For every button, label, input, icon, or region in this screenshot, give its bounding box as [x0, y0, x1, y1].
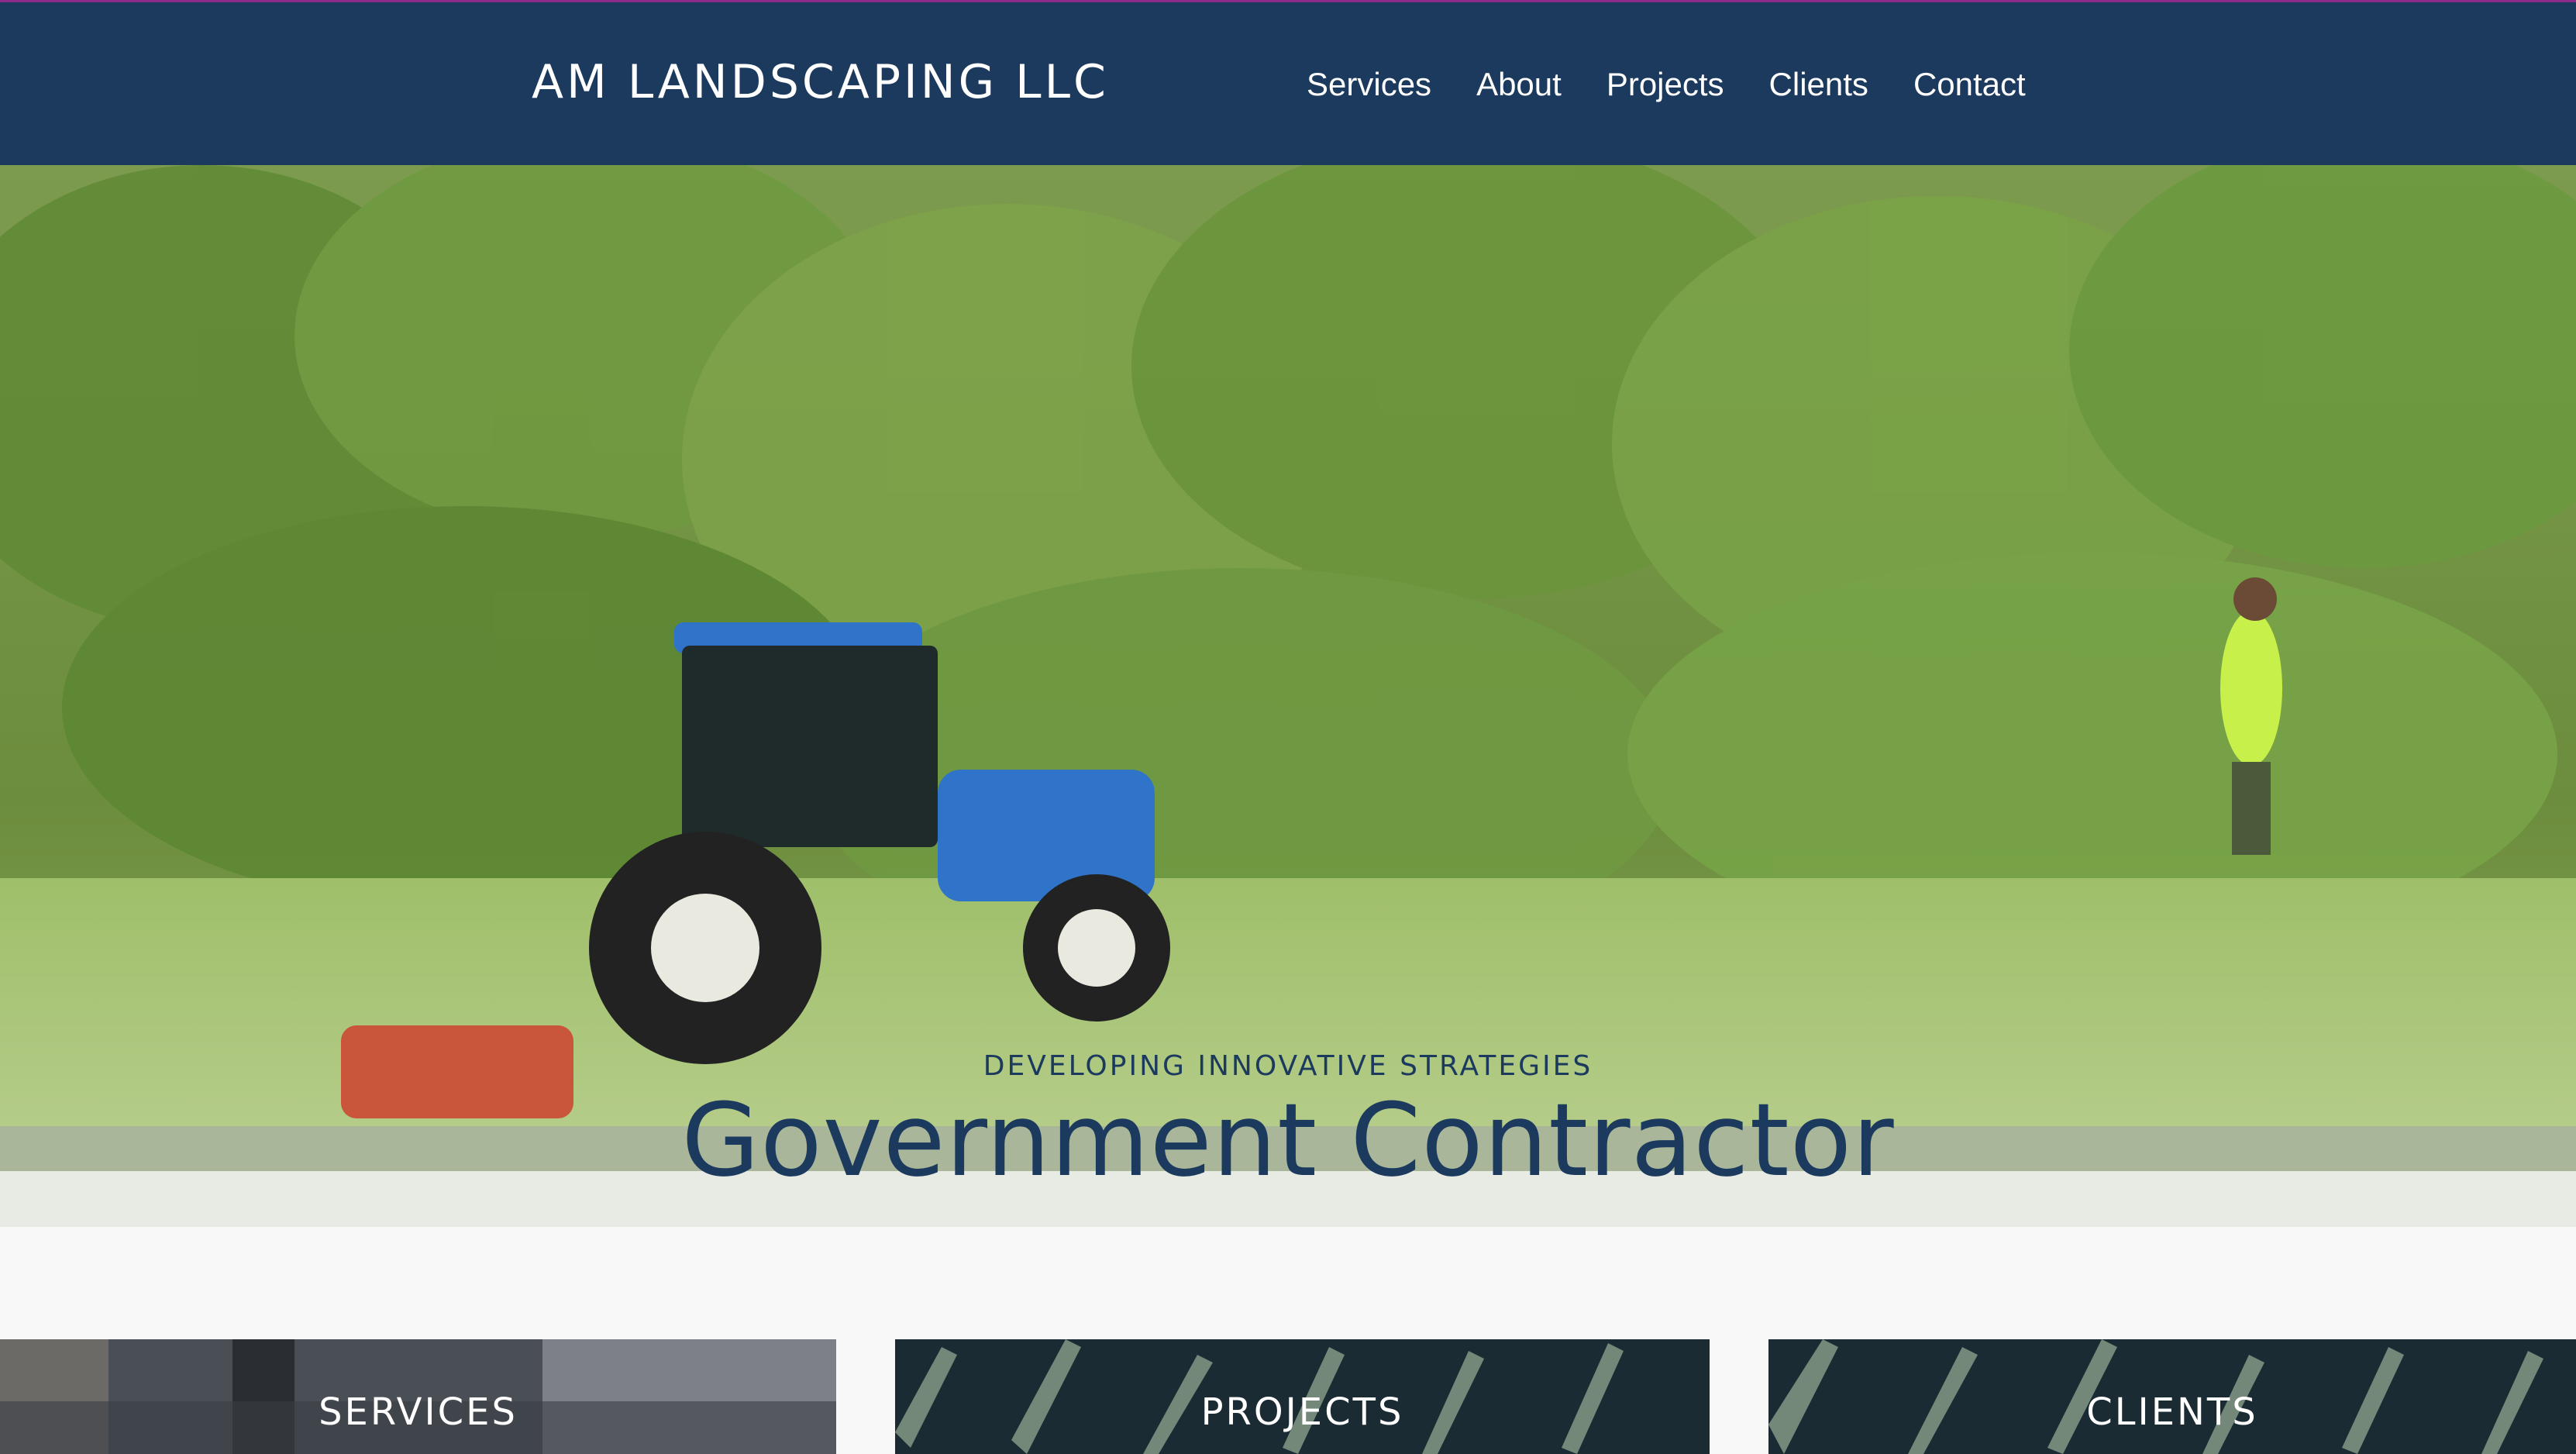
services-tile[interactable]: SERVICES: [0, 1339, 836, 1454]
hero-headline: Government Contractor: [681, 1081, 1895, 1199]
nav-projects[interactable]: Projects: [1607, 66, 1724, 103]
nav-contact[interactable]: Contact: [1913, 66, 2026, 103]
projects-tile-label: PROJECTS: [1200, 1390, 1404, 1434]
clients-tile[interactable]: CLIENTS: [1768, 1339, 2576, 1454]
nav-clients[interactable]: Clients: [1769, 66, 1868, 103]
site-header: AM LANDSCAPING LLC Services About Projec…: [0, 2, 2576, 165]
clients-tile-label: CLIENTS: [2086, 1390, 2258, 1434]
nav-about[interactable]: About: [1476, 66, 1562, 103]
main-nav: Services About Projects Clients Contact: [1307, 66, 2026, 103]
projects-tile[interactable]: PROJECTS: [895, 1339, 1710, 1454]
hero-tagline: DEVELOPING INNOVATIVE STRATEGIES: [983, 1050, 1593, 1082]
services-tile-label: SERVICES: [319, 1390, 518, 1434]
nav-services[interactable]: Services: [1307, 66, 1431, 103]
site-logo-text[interactable]: AM LANDSCAPING LLC: [532, 55, 1109, 109]
